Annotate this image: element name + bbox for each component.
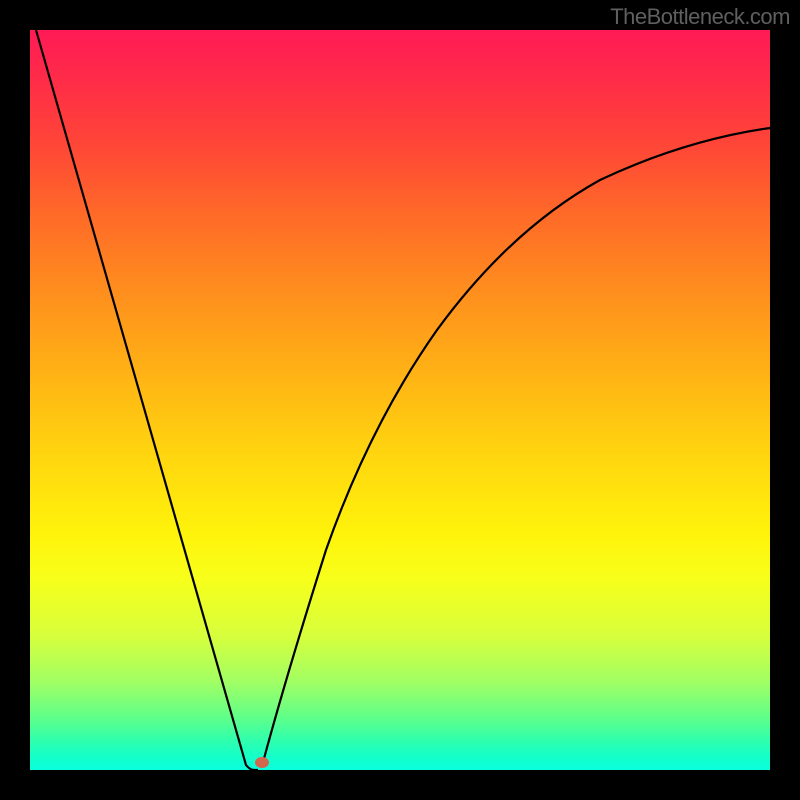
chart-right-branch [262,128,770,766]
chart-curve-svg [30,30,770,770]
attribution-text: TheBottleneck.com [610,4,790,30]
chart-marker-dot [255,757,269,768]
chart-plot-area [30,30,770,770]
chart-left-branch [36,30,258,770]
